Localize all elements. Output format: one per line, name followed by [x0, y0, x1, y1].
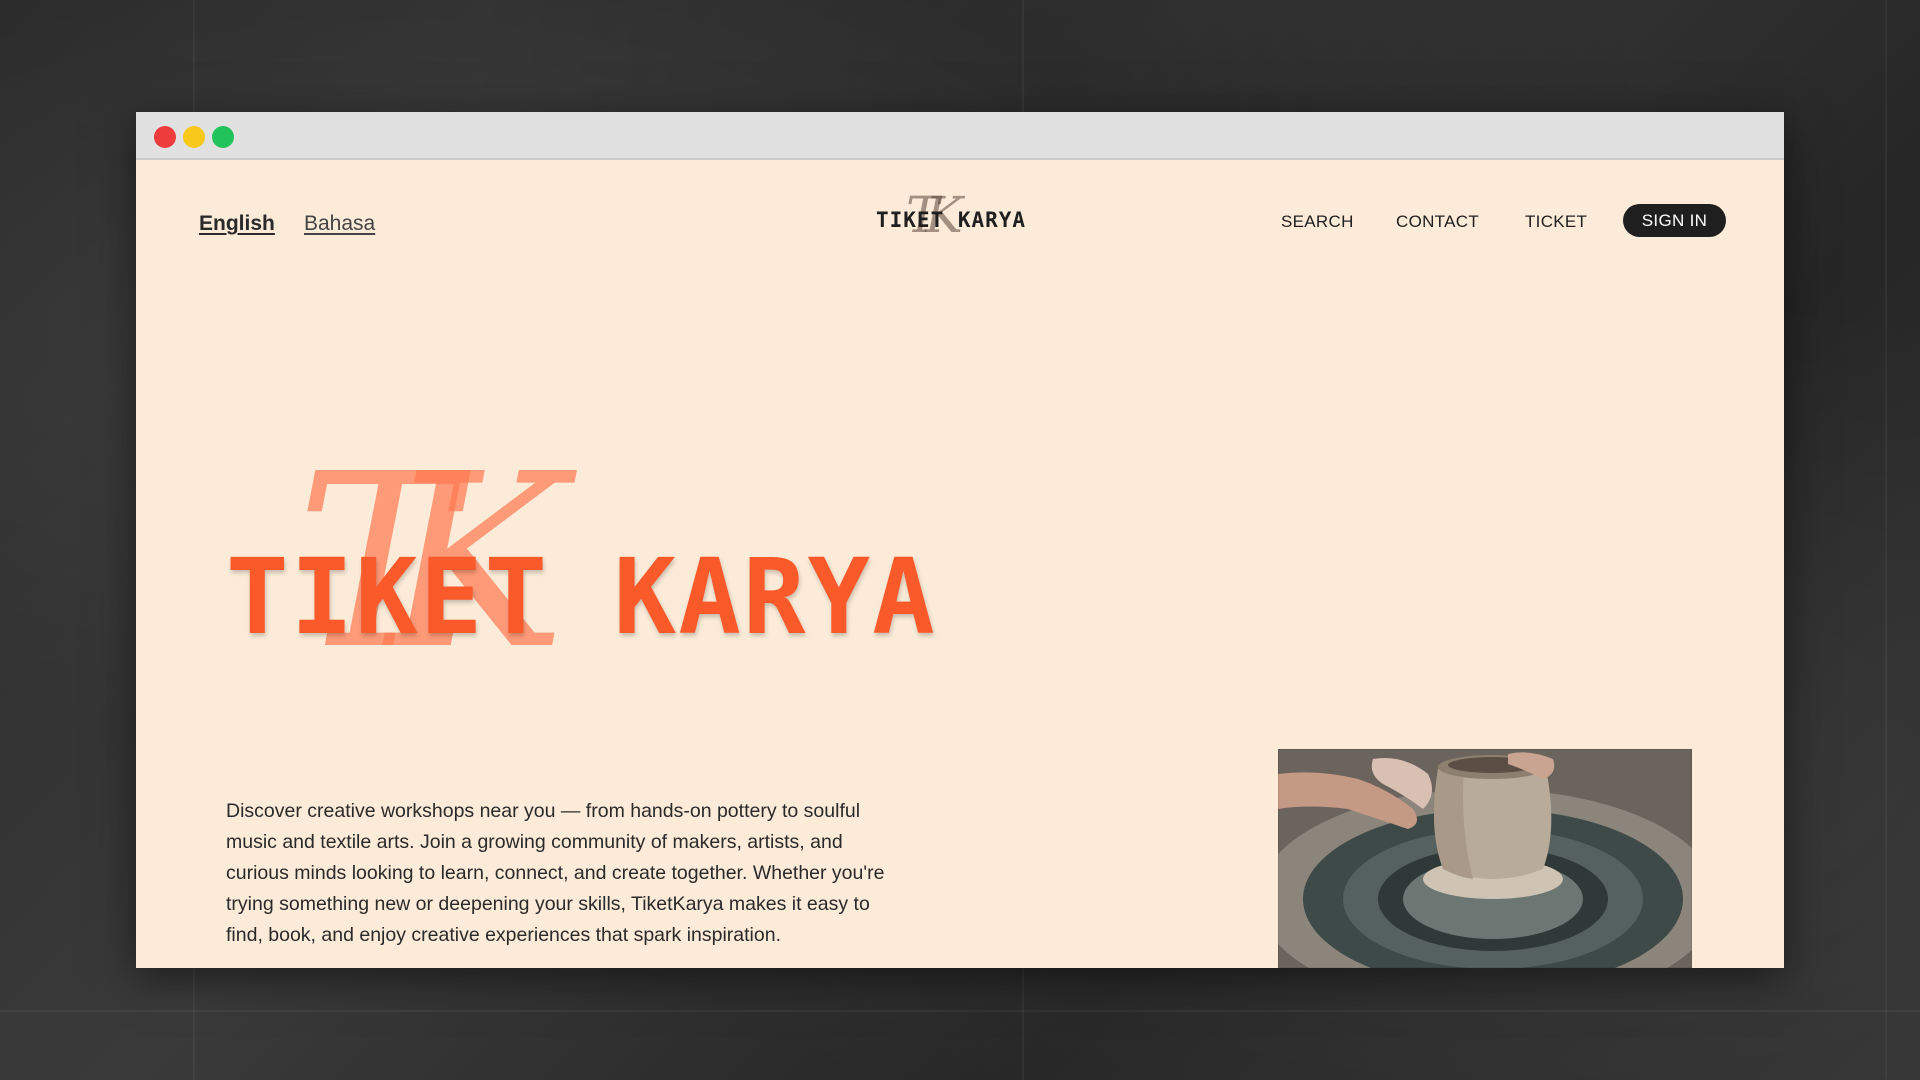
pottery-wheel-illustration	[1278, 749, 1692, 968]
nav-search-link[interactable]: SEARCH	[1281, 212, 1354, 232]
window-titlebar	[136, 112, 1784, 160]
language-bahasa-link[interactable]: Bahasa	[304, 212, 375, 236]
language-english-link[interactable]: English	[199, 212, 275, 236]
background-crease	[0, 1010, 1920, 1012]
nav-contact-link[interactable]: CONTACT	[1396, 212, 1479, 232]
sign-in-button[interactable]: SIGN IN	[1623, 204, 1726, 237]
maximize-window-button[interactable]	[212, 126, 234, 148]
site-logo[interactable]: TK TIKET KARYA	[876, 186, 1046, 252]
background-crease	[1885, 0, 1887, 1080]
hero-description: Discover creative workshops near you — f…	[226, 799, 885, 946]
pottery-wheel-photo	[1278, 749, 1692, 968]
hero-title: TIKET KARYA	[226, 536, 937, 658]
close-window-button[interactable]	[154, 126, 176, 148]
logo-text: TIKET KARYA	[876, 208, 1027, 232]
nav-ticket-link[interactable]: TICKET	[1525, 212, 1587, 232]
hero-title-block: TK TIKET KARYA	[226, 442, 935, 712]
minimize-window-button[interactable]	[183, 126, 205, 148]
browser-window: English Bahasa TK TIKET KARYA SEARCH CON…	[136, 112, 1784, 968]
